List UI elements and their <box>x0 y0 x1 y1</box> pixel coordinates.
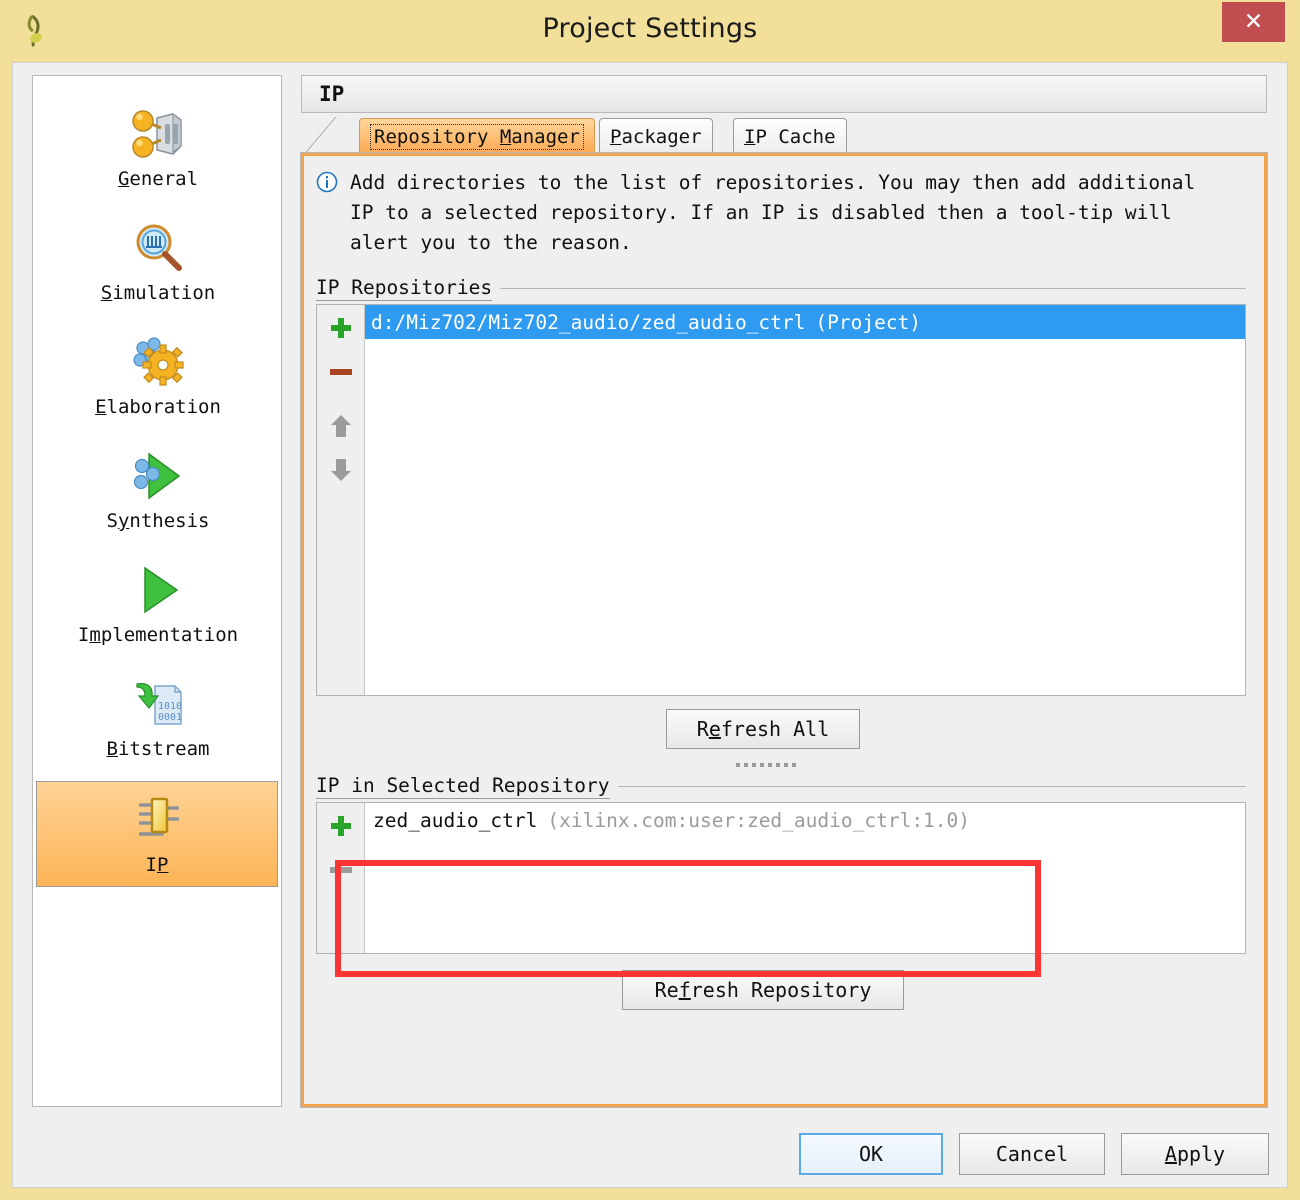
sidebar-item-bitstream[interactable]: 1010 0001 Bitstream <box>37 674 279 760</box>
ip-repositories-toolbar <box>317 305 365 695</box>
info-message-text: Add directories to the list of repositor… <box>350 171 1196 254</box>
table-row[interactable]: zed_audio_ctrl (xilinx.com:user:zed_audi… <box>365 803 1245 837</box>
info-circle-icon <box>316 171 338 258</box>
apply-button-label: Apply <box>1164 1142 1226 1166</box>
tab-leadin <box>301 118 361 154</box>
tab-label: Packager <box>610 125 702 148</box>
window-title: Project Settings <box>542 13 758 44</box>
add-ip-button[interactable] <box>326 811 356 841</box>
sidebar-item-ip[interactable]: IP <box>36 781 278 887</box>
panel-header: IP <box>301 75 1267 113</box>
refresh-repository-label: Refresh Repository <box>654 978 872 1002</box>
dialog-body: General Simulation Elaboration Synthesis… <box>12 62 1288 1188</box>
tab-ip-cache[interactable]: IP Cache <box>733 118 847 154</box>
cancel-button-label: Cancel <box>995 1142 1069 1166</box>
sidebar-item-label: Simulation <box>100 282 216 304</box>
sidebar-item-label: General <box>117 168 199 190</box>
ok-button[interactable]: OK <box>799 1133 943 1175</box>
page-title: IP <box>319 82 345 106</box>
ip-repositories-list[interactable]: d:/Miz702/Miz702_audio/zed_audio_ctrl (P… <box>316 304 1246 696</box>
settings-category-list: General Simulation Elaboration Synthesis… <box>32 75 282 1107</box>
apply-button[interactable]: Apply <box>1121 1133 1269 1175</box>
implementation-play-icon <box>127 560 189 622</box>
splitter-handle[interactable] <box>736 763 796 767</box>
move-down-button[interactable] <box>326 455 356 485</box>
ip-repositories-group-label: IP Repositories <box>316 276 1246 301</box>
tab-packager[interactable]: Packager <box>599 118 713 154</box>
sidebar-item-label: Elaboration <box>95 396 221 418</box>
refresh-all-button[interactable]: Refresh All <box>666 709 860 749</box>
title-bar: Project Settings ✕ <box>0 0 1300 62</box>
settings-panel: IP Repository Manager Packager IP Cache <box>300 75 1268 1108</box>
ip-vlnv: (xilinx.com:user:zed_audio_ctrl:1.0) <box>547 808 971 832</box>
ip-in-selected-repository-group-label: IP in Selected Repository <box>316 774 1246 799</box>
sidebar-item-elaboration[interactable]: Elaboration <box>37 332 279 418</box>
info-message: Add directories to the list of repositor… <box>316 168 1246 258</box>
tab-label: IP Cache <box>744 125 836 148</box>
group-label-text: IP in Selected Repository <box>316 774 610 799</box>
close-icon: ✕ <box>1243 8 1264 35</box>
bitstream-file-icon: 1010 0001 <box>127 674 189 736</box>
refresh-all-label: Refresh All <box>696 717 830 741</box>
tab-label: Repository Manager <box>370 123 584 150</box>
remove-ip-button[interactable] <box>326 855 356 885</box>
ip-chip-icon <box>126 790 188 852</box>
repository-suffix: (Project) <box>815 310 922 334</box>
refresh-repository-button[interactable]: Refresh Repository <box>622 970 904 1010</box>
tab-bar: Repository Manager Packager IP Cache <box>301 117 1267 154</box>
ok-button-label: OK <box>858 1142 884 1166</box>
tab-repository-manager[interactable]: Repository Manager <box>359 118 595 154</box>
move-up-button[interactable] <box>326 411 356 441</box>
synthesis-play-icon <box>127 446 189 508</box>
repository-manager-tab-content: Add directories to the list of repositor… <box>300 152 1268 1108</box>
ip-name: zed_audio_ctrl <box>373 808 538 832</box>
sidebar-item-simulation[interactable]: Simulation <box>37 218 279 304</box>
sidebar-item-label: Implementation <box>77 624 239 646</box>
simulation-magnifier-icon <box>127 218 189 280</box>
sidebar-item-synthesis[interactable]: Synthesis <box>37 446 279 532</box>
group-label-text: IP Repositories <box>316 276 493 301</box>
sidebar-item-general[interactable]: General <box>37 104 279 190</box>
svg-text:1010: 1010 <box>158 701 182 712</box>
divider <box>617 786 1246 787</box>
svg-text:0001: 0001 <box>158 712 182 723</box>
dialog-footer: OK Cancel Apply <box>13 1119 1289 1189</box>
remove-repository-button[interactable] <box>326 357 356 387</box>
general-settings-icon <box>127 104 189 166</box>
ip-list-body[interactable]: zed_audio_ctrl (xilinx.com:user:zed_audi… <box>365 803 1245 953</box>
cancel-button[interactable]: Cancel <box>959 1133 1105 1175</box>
ip-repositories-list-body[interactable]: d:/Miz702/Miz702_audio/zed_audio_ctrl (P… <box>365 305 1245 695</box>
ip-list-toolbar <box>317 803 365 953</box>
sidebar-item-implementation[interactable]: Implementation <box>37 560 279 646</box>
repository-path: d:/Miz702/Miz702_audio/zed_audio_ctrl <box>371 310 806 334</box>
add-repository-button[interactable] <box>326 313 356 343</box>
close-button[interactable]: ✕ <box>1222 2 1285 42</box>
sidebar-item-label: IP <box>145 854 169 876</box>
ip-in-selected-repository-list[interactable]: zed_audio_ctrl (xilinx.com:user:zed_audi… <box>316 802 1246 954</box>
elaboration-gear-icon <box>127 332 189 394</box>
sidebar-item-label: Bitstream <box>106 738 210 760</box>
sidebar-item-label: Synthesis <box>106 510 210 532</box>
table-row[interactable]: d:/Miz702/Miz702_audio/zed_audio_ctrl (P… <box>365 305 1245 339</box>
divider <box>500 288 1246 289</box>
project-settings-window: Project Settings ✕ General Simulation El… <box>0 0 1300 1200</box>
